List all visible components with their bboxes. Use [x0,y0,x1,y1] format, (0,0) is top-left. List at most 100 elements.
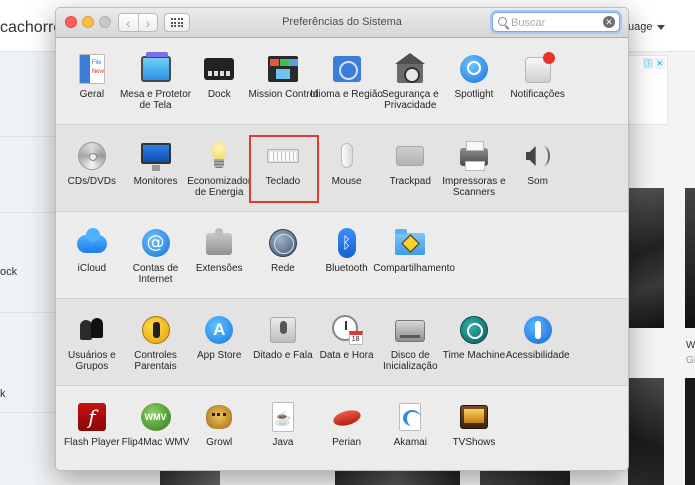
pane-dictation-speech[interactable]: Ditado e Fala [251,299,315,386]
pane-flip4mac[interactable]: WMV Flip4Mac WMV [122,386,189,470]
general-icon: File New [76,53,108,85]
users-groups-icon [76,314,108,346]
clear-search-icon[interactable]: ✕ [603,16,615,28]
pane-flash-player[interactable]: f Flash Player [60,386,124,470]
pane-sound[interactable]: Som [506,125,570,212]
adchoices-icon[interactable]: ⓘ ✕ [643,58,665,69]
pane-bluetooth[interactable]: ᛒ Bluetooth [315,212,379,299]
printers-scanners-icon [458,140,490,172]
trackpad-icon [394,140,426,172]
search-field[interactable]: ✕ [492,12,620,32]
background-site-title: cachorro [0,19,63,36]
growl-icon [203,401,235,433]
spotlight-icon [458,53,490,85]
java-icon: ☕ [267,401,299,433]
pane-parental-controls[interactable]: Controles Parentais [124,299,188,386]
extensions-icon [203,227,235,259]
background-photo[interactable] [628,378,664,485]
pane-accessibility[interactable]: Acessibilidade [506,299,570,386]
app-store-icon: A [203,314,235,346]
pane-language-region[interactable]: Idioma e Região [310,38,383,125]
flash-player-icon: f [76,401,108,433]
background-caption: W [686,340,695,351]
pane-keyboard[interactable]: Teclado [249,125,319,212]
pane-perian[interactable]: Perian [315,386,379,470]
preference-row: f Flash Player WMV Flip4Mac WMV Growl ☕ Java Pe… [56,386,628,470]
pane-spotlight[interactable]: Spotlight [442,38,506,125]
notifications-icon [522,52,555,85]
flip4mac-icon: WMV [140,401,172,433]
pane-extensions[interactable]: Extensões [187,212,251,299]
network-icon [267,227,299,259]
pane-security-privacy[interactable]: Segurança e Privacidade [378,38,442,125]
sound-icon [522,140,554,172]
pane-date-time[interactable]: 18 Data e Hora [315,299,379,386]
security-privacy-icon [394,53,426,85]
desktop-screensaver-icon [140,52,172,85]
sharing-icon [394,227,426,259]
time-machine-icon [458,314,490,346]
pane-cd-dvd[interactable]: CDs/DVDs [60,125,124,212]
mouse-icon [331,140,363,172]
chevron-down-icon [657,25,665,30]
pane-growl[interactable]: Growl [187,386,251,470]
pane-label: Compartilhamento [373,263,455,274]
pane-network[interactable]: Rede [251,212,315,299]
parental-controls-icon [140,314,172,346]
pane-desktop-screensaver[interactable]: Mesa e Protetor de Tela [120,38,191,125]
pane-app-store[interactable]: A App Store [187,299,251,386]
energy-saver-icon [203,140,235,172]
pane-energy-saver[interactable]: Economizador de Energia [187,125,251,212]
window-titlebar[interactable]: ‹ › Preferências do Sistema ✕ [56,8,628,38]
pane-general[interactable]: File New Geral [60,38,124,125]
preference-row: Usuários e Grupos Controles Parentais A App… [56,299,628,386]
pane-sharing[interactable]: Compartilhamento [373,212,455,299]
pane-internet-accounts[interactable]: @ Contas de Internet [124,212,188,299]
preference-row: iCloud @ Contas de Internet Extensões Rede ᛒ B… [56,212,628,299]
dock-icon [203,53,235,85]
pane-label: Notificações [510,89,565,100]
background-ad[interactable]: ⓘ ✕ [628,55,668,125]
keyboard-icon [266,140,299,172]
cd-dvd-icon [76,140,108,172]
pane-mouse[interactable]: Mouse [315,125,379,212]
accessibility-icon [522,314,554,346]
pane-printers-scanners[interactable]: Impressoras e Scanners [442,125,506,212]
pane-akamai[interactable]: Akamai [378,386,442,470]
background-photo[interactable] [628,188,664,328]
internet-accounts-icon: @ [140,227,172,259]
pane-label: Som [527,176,548,187]
background-caption: Gi [686,355,695,366]
pane-notifications[interactable]: Notificações [506,38,570,125]
pane-trackpad[interactable]: Trackpad [378,125,442,212]
tvshows-icon [458,401,490,433]
pane-java[interactable]: ☕ Java [251,386,315,470]
preference-row: File New Geral Mesa e Protetor de Tela Dock M… [56,38,628,125]
background-sidebar-label: ock [0,266,18,278]
bluetooth-icon: ᛒ [331,227,363,259]
akamai-icon [394,401,426,433]
pane-time-machine[interactable]: Time Machine [442,299,506,386]
pane-users-groups[interactable]: Usuários e Grupos [60,299,124,386]
preference-panes: File New Geral Mesa e Protetor de Tela Dock M… [56,38,628,470]
pane-dock[interactable]: Dock [187,38,251,125]
pane-label: TVShows [452,437,496,448]
system-preferences-window: ‹ › Preferências do Sistema ✕ FileNewGer… [55,7,629,471]
pane-startup-disk[interactable]: Disco de Inicialização [378,299,442,386]
search-icon [498,17,507,26]
pane-displays[interactable]: Monitores [124,125,188,212]
search-input[interactable] [511,15,601,30]
mission-control-icon [267,53,299,85]
pane-icloud[interactable]: iCloud [60,212,124,299]
language-region-icon [331,53,363,85]
displays-icon [140,140,172,172]
dictation-speech-icon [267,314,299,346]
background-language-menu[interactable]: uage [628,21,652,33]
startup-disk-icon [394,314,426,346]
preference-row: CDs/DVDs Monitores Economizador de Energia… [56,125,628,212]
pane-label: Acessibilidade [505,350,570,361]
pane-mission-control[interactable]: Mission Control [248,38,317,125]
background-photo[interactable] [685,188,695,328]
background-photo[interactable] [685,378,695,485]
pane-tvshows[interactable]: TVShows [442,386,506,470]
